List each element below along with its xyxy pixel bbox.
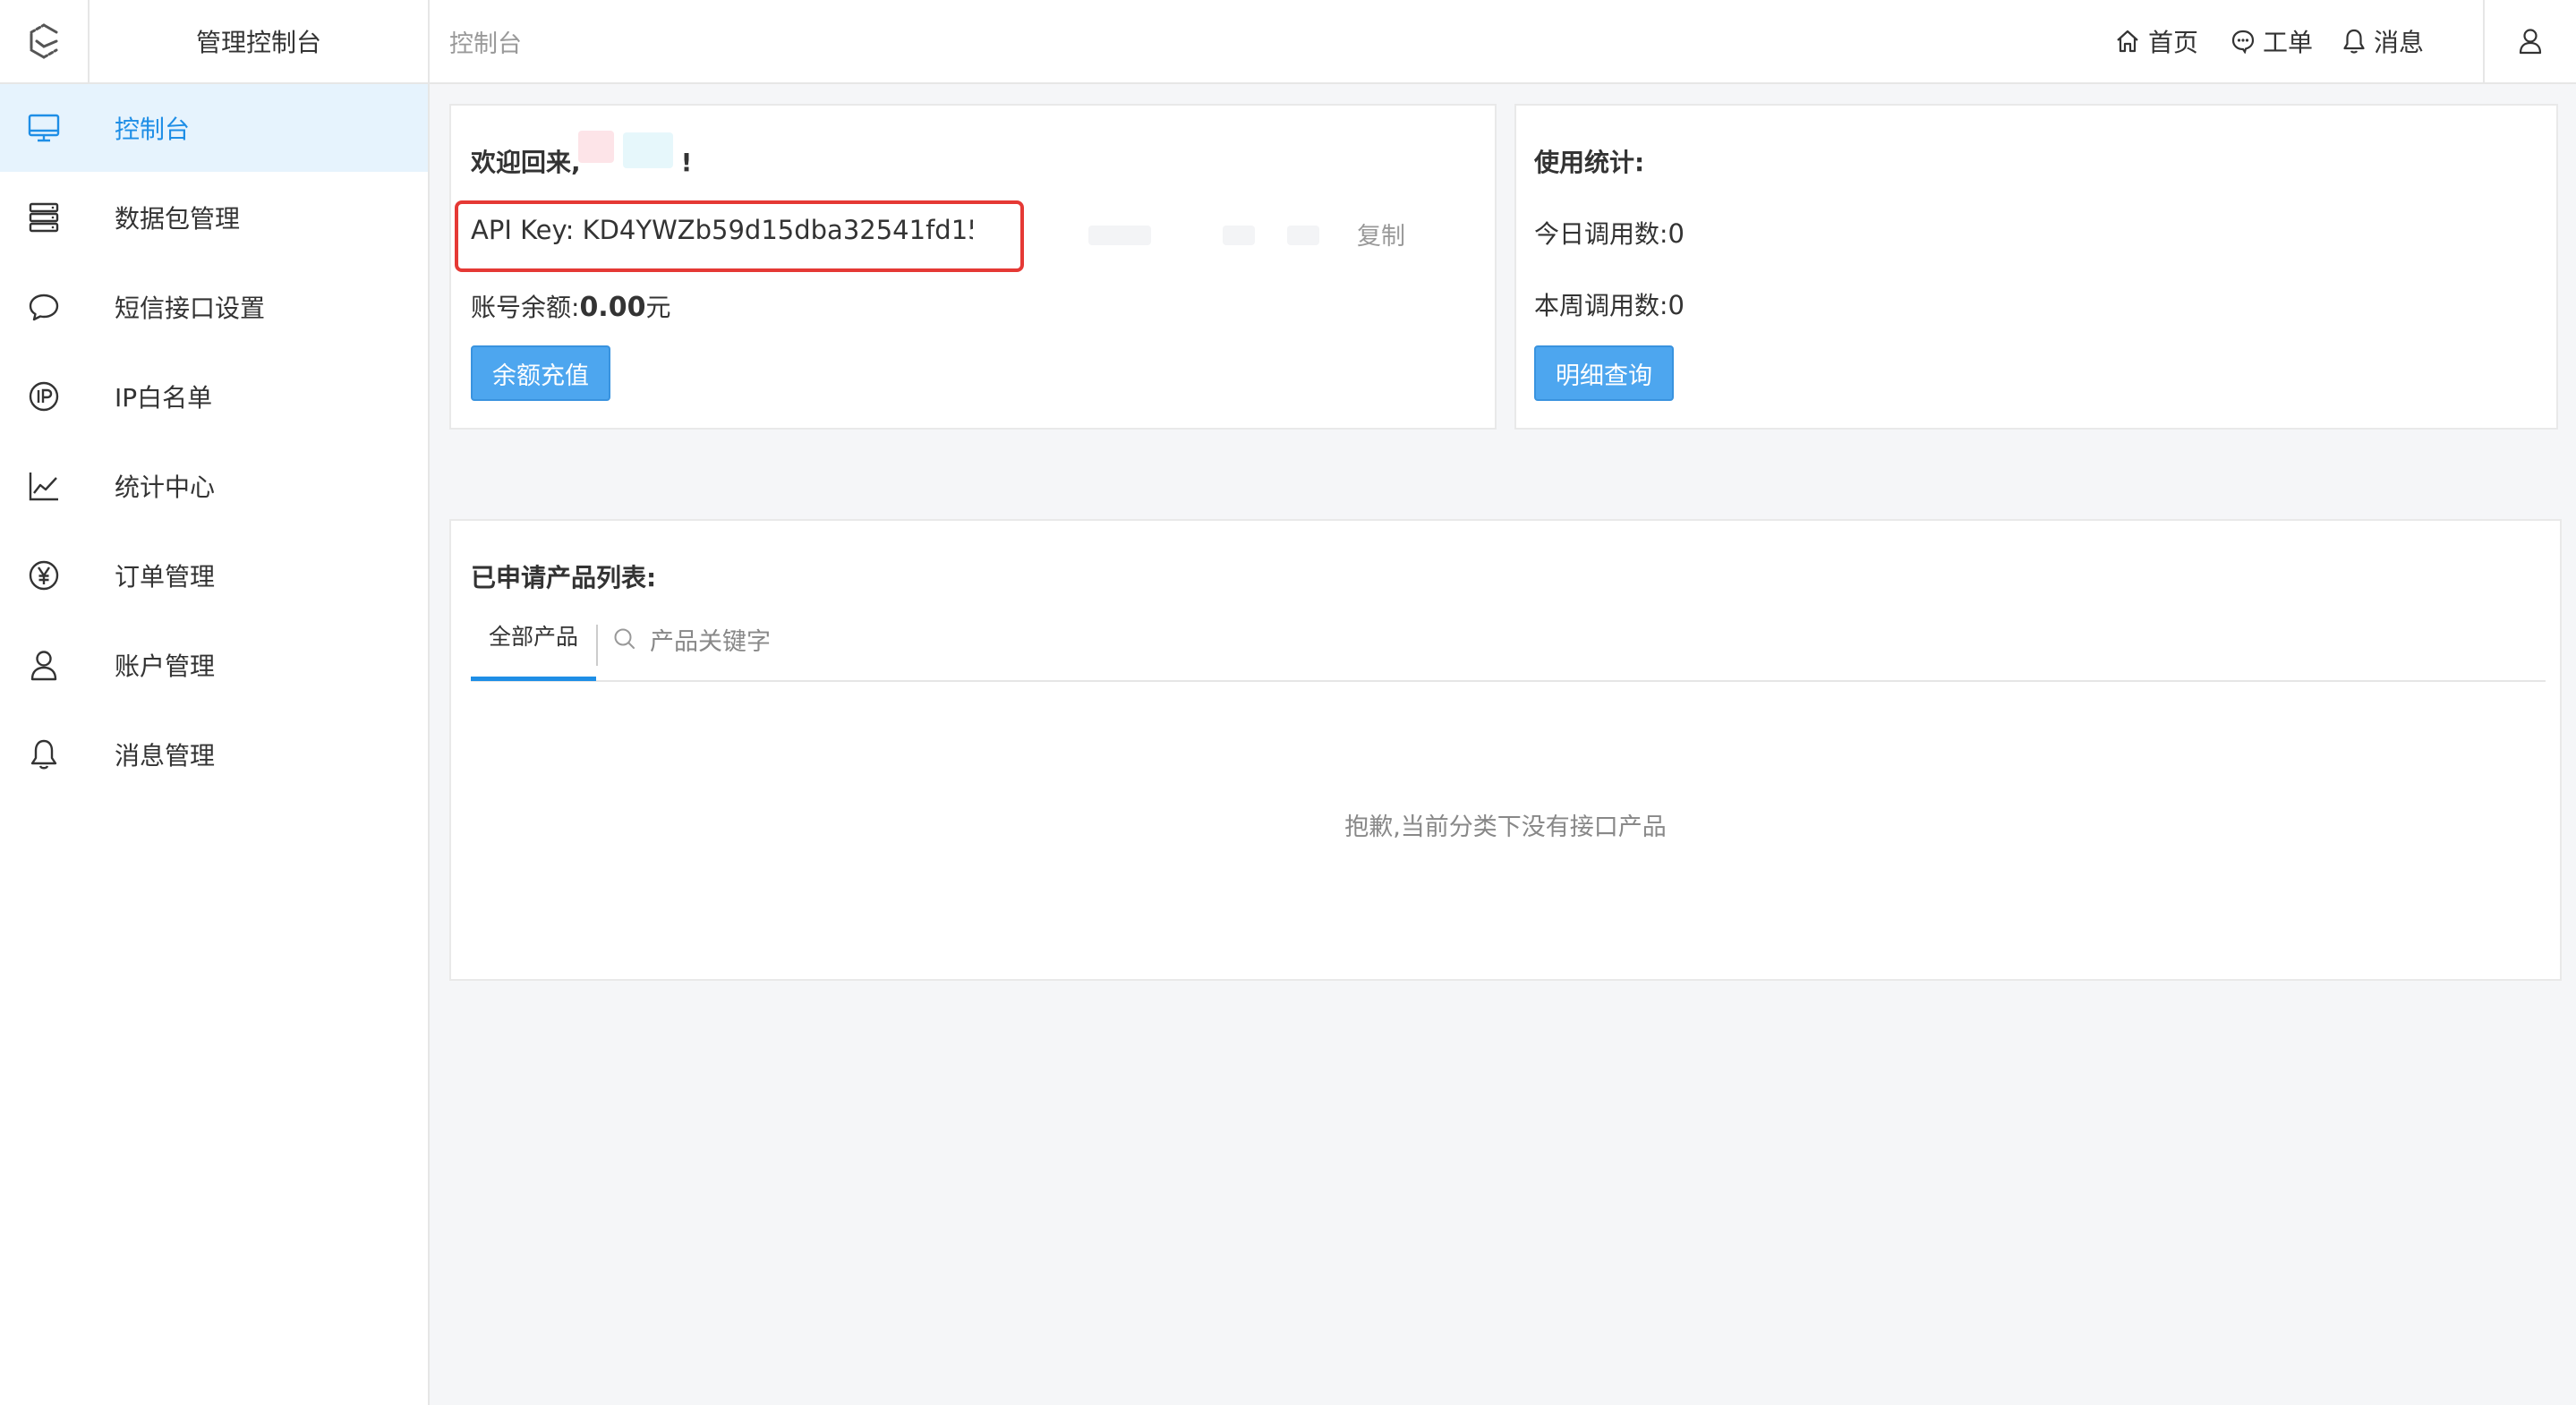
empty-state-message: 抱歉,当前分类下没有接口产品 (1344, 813, 1667, 841)
sidebar-item-dashboard[interactable]: 控制台 (0, 84, 428, 172)
sidebar-item-account[interactable]: 账户管理 (0, 621, 428, 709)
search-input[interactable]: 产品关键字 (650, 622, 771, 657)
breadcrumb: 控制台 (449, 30, 522, 58)
today-calls-label: 今日调用数: (1534, 219, 1668, 249)
sidebar-item-sms-settings[interactable]: 短信接口设置 (0, 263, 428, 351)
nav-ticket-label: 工单 (2263, 28, 2314, 57)
logo-icon (30, 23, 58, 59)
search-icon (614, 628, 635, 649)
balance-unit: 元 (645, 293, 671, 322)
nav-home-label: 首页 (2148, 28, 2199, 57)
tab-separator (596, 625, 598, 666)
today-calls-row: 今日调用数:0 (1534, 215, 1685, 251)
line-chart-icon (29, 473, 58, 501)
sidebar-item-messages[interactable]: 消息管理 (0, 711, 428, 798)
user-icon (30, 651, 57, 681)
products-card: 已申请产品列表: 全部产品 产品关键字 抱歉,当前分类下没有接口产品 (449, 519, 2562, 981)
copy-button[interactable]: 复制 (1357, 217, 1405, 251)
greeting-text: 欢迎回来, (471, 148, 581, 177)
greeting-end: ! (680, 148, 693, 177)
sidebar-item-label: 统计中心 (115, 473, 216, 502)
yen-icon (29, 560, 59, 591)
sidebar-item-data-packages[interactable]: 数据包管理 (0, 174, 428, 261)
products-title: 已申请产品列表: (471, 563, 657, 592)
sidebar-item-label: 账户管理 (115, 651, 216, 681)
bell-icon (30, 739, 57, 770)
logo[interactable] (0, 0, 90, 82)
sidebar-item-label: IP白名单 (115, 383, 213, 413)
home-icon (2117, 30, 2138, 53)
server-icon (29, 202, 59, 233)
sidebar: 控制台 数据包管理 短信接口设置 IP白名单 统计中心 订单管理 账户管理 消息… (0, 84, 430, 1405)
user-icon (2519, 29, 2542, 55)
tab-bar-divider (471, 680, 2546, 682)
user-menu[interactable] (2483, 0, 2576, 82)
usage-card: 使用统计: 今日调用数:0 本周调用数:0 明细查询 (1514, 104, 2558, 430)
sidebar-item-ip-whitelist[interactable]: IP白名单 (0, 353, 428, 440)
balance-value: 0.00 (579, 292, 646, 323)
tab-all-products-label: 全部产品 (488, 624, 578, 650)
today-calls-value: 0 (1668, 218, 1685, 249)
week-calls-row: 本周调用数:0 (1534, 286, 1685, 322)
product-search[interactable]: 产品关键字 (612, 621, 771, 657)
nav-messages-label: 消息 (2374, 28, 2425, 57)
redacted-username (623, 132, 673, 168)
ip-icon (29, 381, 59, 412)
sidebar-item-orders[interactable]: 订单管理 (0, 532, 428, 619)
usage-title: 使用统计: (1534, 148, 1645, 177)
redacted-username (578, 131, 614, 163)
welcome-card: 欢迎回来,! API Key: KD4YWZb59d15dba32541fd15… (449, 104, 1497, 430)
nav-messages[interactable]: 消息 (2341, 0, 2424, 82)
redacted-text (1287, 226, 1319, 245)
nav-home[interactable]: 首页 (2114, 0, 2198, 82)
highlight-box (455, 200, 1024, 272)
balance-label: 账号余额: (471, 293, 580, 322)
nav-ticket[interactable]: 工单 (2231, 0, 2313, 82)
sidebar-item-statistics[interactable]: 统计中心 (0, 442, 428, 530)
redacted-text (1088, 226, 1151, 245)
chat-bubble-icon (29, 294, 59, 321)
redacted-text (1223, 226, 1255, 245)
brand-title: 管理控制台 (90, 0, 430, 82)
recharge-button[interactable]: 余额充值 (471, 345, 610, 401)
sidebar-item-label: 短信接口设置 (115, 294, 266, 323)
sidebar-item-label: 控制台 (115, 115, 191, 144)
balance-row: 账号余额:0.00元 (471, 288, 670, 324)
ticket-icon (2231, 30, 2255, 54)
detail-query-button[interactable]: 明细查询 (1534, 345, 1674, 401)
monitor-icon (28, 114, 60, 142)
sidebar-item-label: 订单管理 (115, 562, 216, 592)
sidebar-item-label: 数据包管理 (115, 204, 241, 234)
bell-icon (2343, 29, 2365, 54)
active-tab-indicator (471, 677, 596, 681)
sidebar-item-label: 消息管理 (115, 741, 216, 771)
top-header: 管理控制台 控制台 首页 工单 消息 (0, 0, 2576, 84)
week-calls-value: 0 (1668, 290, 1685, 320)
tab-all-products[interactable]: 全部产品 (471, 619, 596, 682)
week-calls-label: 本周调用数: (1534, 291, 1668, 320)
